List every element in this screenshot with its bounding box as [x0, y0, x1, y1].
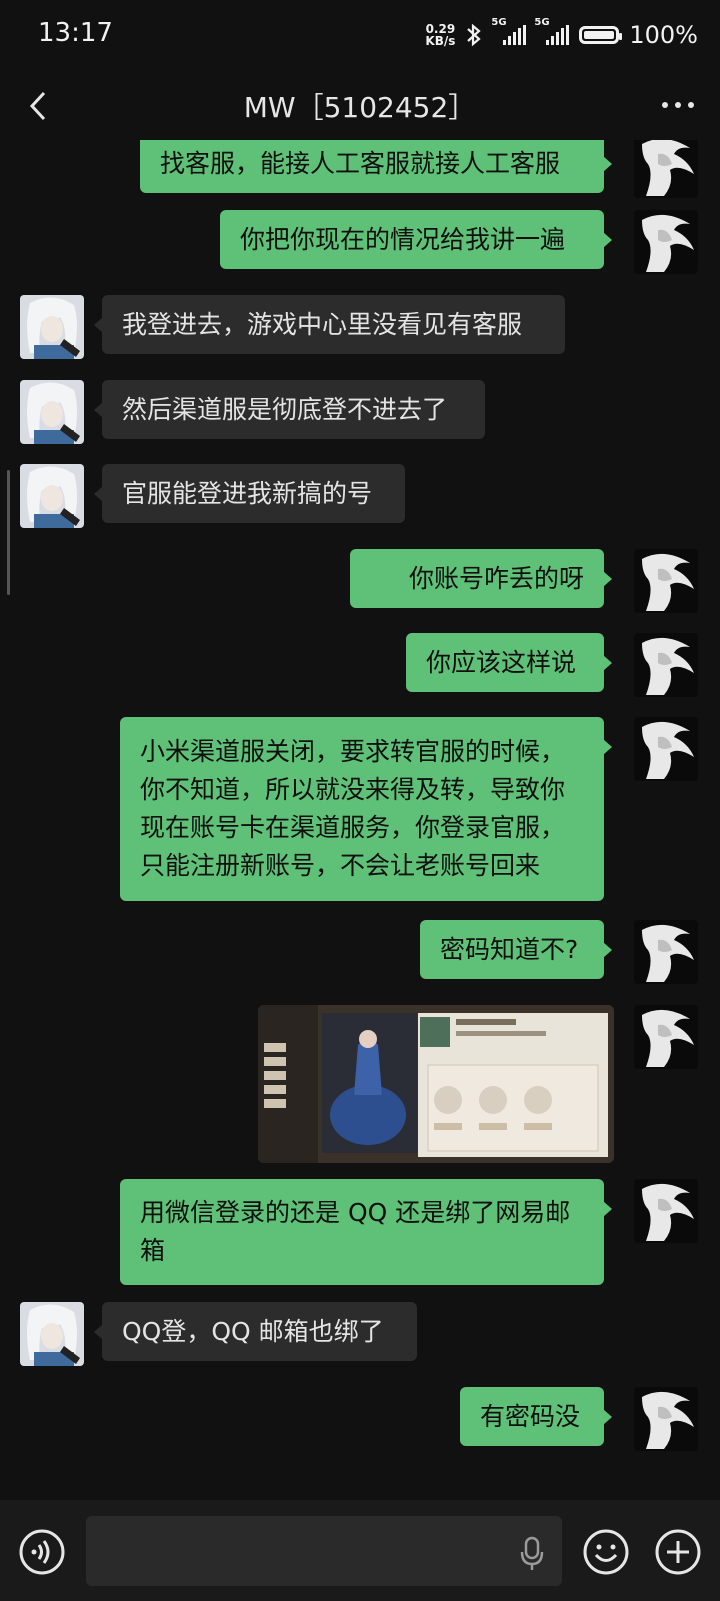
- message-bubble[interactable]: 你把你现在的情况给我讲一遍: [220, 210, 612, 269]
- message-bubble[interactable]: 然后渠道服是彻底登不进去了: [94, 380, 485, 439]
- voice-icon[interactable]: [18, 1528, 66, 1576]
- avatar[interactable]: [634, 1387, 698, 1451]
- plus-icon[interactable]: [654, 1528, 702, 1576]
- avatar[interactable]: [634, 140, 698, 198]
- message-bubble[interactable]: 我登进去，游戏中心里没看见有客服: [94, 295, 565, 354]
- scrollbar[interactable]: [7, 470, 10, 595]
- status-time: 13:17: [38, 18, 113, 48]
- avatar[interactable]: [20, 1302, 84, 1366]
- avatar[interactable]: [634, 920, 698, 984]
- avatar[interactable]: [20, 380, 84, 444]
- emoji-icon[interactable]: [582, 1528, 630, 1576]
- avatar[interactable]: [634, 549, 698, 613]
- message-bubble[interactable]: 密码知道不?: [420, 920, 612, 979]
- network-speed: 0.29 KB/s: [425, 22, 456, 48]
- avatar[interactable]: [634, 210, 698, 274]
- more-dots-icon[interactable]: [662, 102, 694, 108]
- image-message[interactable]: [258, 1005, 614, 1163]
- message-bubble[interactable]: 你账号咋丢的呀: [350, 549, 612, 608]
- signal-icon: 5G: [534, 17, 570, 45]
- avatar[interactable]: [634, 717, 698, 781]
- message-bubble[interactable]: 有密码没: [460, 1387, 612, 1446]
- avatar[interactable]: [634, 633, 698, 697]
- avatar[interactable]: [20, 464, 84, 528]
- chat-header: MW［5102452］: [0, 70, 720, 140]
- message-bubble[interactable]: 你应该这样说: [406, 633, 612, 692]
- signal-icon: 5G: [491, 17, 527, 45]
- message-bubble[interactable]: 用微信登录的还是 QQ 还是绑了网易邮 箱: [120, 1179, 612, 1285]
- message-bubble[interactable]: 找客服，能接人工客服就接人工客服: [140, 140, 612, 193]
- chat-list[interactable]: 找客服，能接人工客服就接人工客服 你把你现在的情况给我讲一遍 我登进去，游戏中心…: [0, 140, 720, 1500]
- message-bubble[interactable]: QQ登，QQ 邮箱也绑了: [94, 1302, 417, 1361]
- page-title: MW［5102452］: [243, 91, 477, 124]
- battery-level: 100%: [629, 21, 698, 49]
- mic-icon[interactable]: [520, 1536, 544, 1572]
- avatar[interactable]: [634, 1179, 698, 1243]
- message-bubble[interactable]: 小米渠道服关闭，要求转官服的时候， 你不知道，所以就没来得及转，导致你 现在账号…: [120, 717, 612, 901]
- avatar[interactable]: [634, 1005, 698, 1069]
- battery-icon: [579, 26, 623, 44]
- status-bar: 13:17 0.29 KB/s 5G 5G 100%: [0, 0, 720, 70]
- input-bar: [0, 1500, 720, 1601]
- avatar[interactable]: [20, 295, 84, 359]
- message-input[interactable]: [86, 1516, 562, 1586]
- message-bubble[interactable]: 官服能登进我新搞的号: [94, 464, 405, 523]
- bluetooth-icon: [467, 23, 482, 47]
